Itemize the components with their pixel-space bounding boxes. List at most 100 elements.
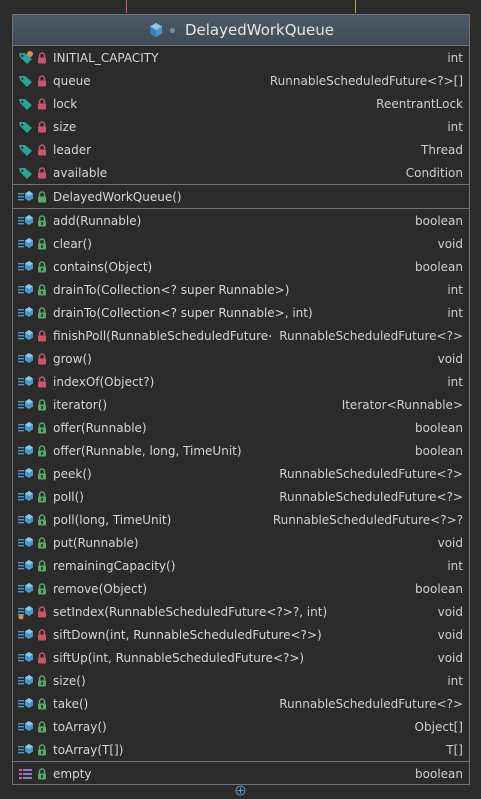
lock-icon [38,490,46,502]
field-icon [19,121,32,133]
member-name: INITIAL_CAPACITY [53,50,159,65]
method-row[interactable]: remove(Object) boolean [13,577,469,600]
method-row[interactable]: toArray() Object[] [13,715,469,738]
class-header[interactable]: DelayedWorkQueue [13,15,469,46]
propertie-row[interactable]: empty boolean [13,762,469,785]
fields-section: INITIAL_CAPACITY int queue RunnableSchedule… [13,46,469,185]
method-row[interactable]: remainingCapacity() int [13,554,469,577]
member-name: remove(Object) [53,581,148,596]
lock-icon [38,398,46,410]
field-row[interactable]: INITIAL_CAPACITY int [13,46,469,69]
method-row[interactable]: contains(Object) boolean [13,255,469,278]
method-row[interactable]: siftUp(int, RunnableScheduledFuture<?>) v… [13,646,469,669]
member-type: Object[] [414,719,463,734]
method-row[interactable]: indexOf(Object?) int [13,370,469,393]
method-icon [18,697,33,708]
method-row[interactable]: siftDown(int, RunnableScheduledFuture<?>… [13,623,469,646]
method-row[interactable]: poll(long, TimeUnit) RunnableScheduledFut… [13,508,469,531]
field-icon [19,144,32,156]
method-row[interactable]: take() RunnableScheduledFuture<?> [13,692,469,715]
member-name: leader [53,142,92,157]
lock-icon [38,120,46,132]
lock-icon [38,651,46,663]
member-name: lock [53,96,78,111]
member-type: int [447,558,463,573]
method-row[interactable]: poll() RunnableScheduledFuture<?> [13,485,469,508]
expand-anchor-icon[interactable] [235,785,246,796]
member-name: put(Runnable) [53,535,139,550]
lock-icon [38,674,46,686]
lock-icon [38,628,46,640]
method-row[interactable]: clear() void [13,232,469,255]
field-row[interactable]: size int [13,115,469,138]
member-type: boolean [415,259,463,274]
method-row[interactable]: add(Runnable) boolean [13,209,469,232]
member-type: boolean [415,443,463,458]
lock-icon [38,697,46,709]
class-node[interactable]: DelayedWorkQueue INITIAL_CAPACITY int queu… [12,14,470,785]
member-name: size() [53,673,86,688]
member-name: add(Runnable) [53,213,142,228]
member-type: RunnableScheduledFuture<?> [279,696,463,711]
field-icon [19,98,32,110]
method-row[interactable]: size() int [13,669,469,692]
method-row[interactable]: offer(Runnable) boolean [13,416,469,439]
member-type: void [437,535,463,550]
member-name: poll(long, TimeUnit) [53,512,172,527]
member-type: void [437,351,463,366]
method-row[interactable]: drainTo(Collection<? super Runnable>, in… [13,301,469,324]
lock-icon [38,214,46,226]
member-name: queue [53,73,91,88]
lock-icon [38,166,46,178]
lock-icon [38,74,46,86]
member-name: contains(Object) [53,259,153,274]
lock-icon [38,421,46,433]
method-icon [18,214,33,225]
lock-icon [38,605,46,617]
member-name: toArray() [53,719,107,734]
member-type: void [437,650,463,665]
method-icon [18,743,33,754]
method-row[interactable]: iterator() Iterator<Runnable> [13,393,469,416]
member-name: drainTo(Collection<? super Runnable>) [53,282,290,297]
method-row[interactable]: offer(Runnable, long, TimeUnit) boolean [13,439,469,462]
member-type: ReentrantLock [376,96,463,111]
member-name: indexOf(Object?) [53,374,155,389]
field-icon [19,167,32,179]
member-type: RunnableScheduledFuture<?>? [272,512,463,527]
member-type: RunnableScheduledFuture<?> [279,466,463,481]
method-row[interactable]: put(Runnable) void [13,531,469,554]
method-row[interactable]: grow() void [13,347,469,370]
field-row[interactable]: queue RunnableScheduledFuture<?>[] [13,69,469,92]
method-row[interactable]: setIndex(RunnableScheduledFuture<?>?, in… [13,600,469,623]
field-row[interactable]: lock ReentrantLock [13,92,469,115]
lock-icon [38,306,46,318]
method-icon [18,237,33,248]
method-row[interactable]: toArray(T[]) T[] [13,738,469,761]
property-icon [19,768,32,779]
member-name: drainTo(Collection<? super Runnable>, in… [53,305,313,320]
member-name: finishPoll(RunnableScheduledFuture<?>) [53,328,271,343]
method-row[interactable]: drainTo(Collection<? super Runnable>) int [13,278,469,301]
method-icon [18,559,33,570]
member-type: int [447,282,463,297]
member-name: siftDown(int, RunnableScheduledFuture<?>… [53,627,322,642]
lock-icon [38,513,46,525]
constructor-row[interactable]: DelayedWorkQueue() [13,185,469,208]
lock-icon [38,536,46,548]
lock-icon [38,352,46,364]
member-name: toArray(T[]) [53,742,124,757]
lock-icon [38,51,46,63]
lock-icon [38,190,46,202]
field-row[interactable]: leader Thread [13,138,469,161]
method-row[interactable]: peek() RunnableScheduledFuture<?> [13,462,469,485]
member-type: void [437,236,463,251]
member-type: Condition [405,165,463,180]
lock-icon [38,467,46,479]
static-method-icon [18,605,33,619]
field-row[interactable]: available Condition [13,161,469,184]
method-icon [18,490,33,501]
member-type: boolean [415,213,463,228]
method-row[interactable]: finishPoll(RunnableScheduledFuture<?>) Ru… [13,324,469,347]
member-name: take() [53,696,89,711]
